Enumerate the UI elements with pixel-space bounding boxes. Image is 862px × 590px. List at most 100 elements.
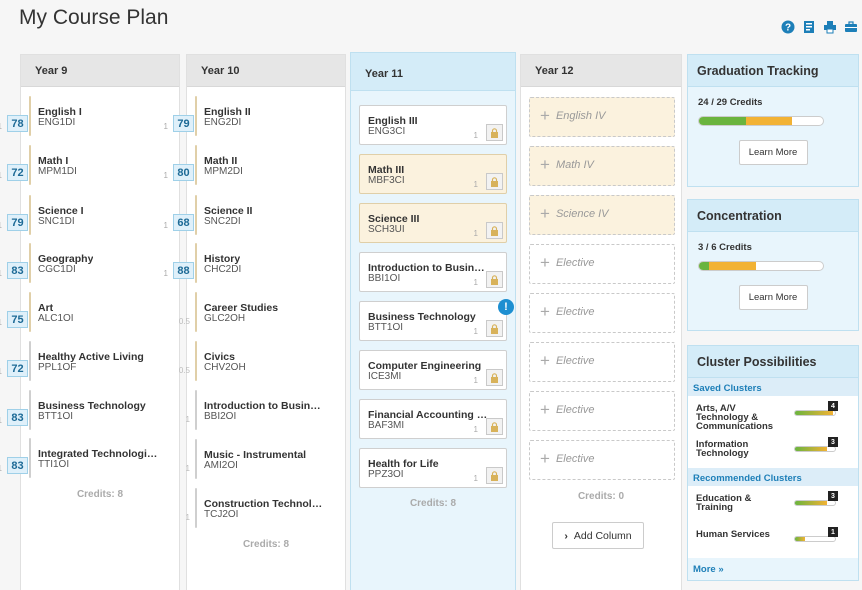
course-code: SNC1DI (38, 216, 75, 227)
course-card[interactable]: Science ISNC1DI179 (0, 195, 84, 235)
add-course-slot[interactable]: + Elective (529, 440, 675, 480)
cluster-row[interactable]: Information Technology 3 (688, 432, 858, 468)
credits-total: Credits: 8 (242, 539, 290, 550)
progress-complete (699, 117, 746, 125)
lock-icon (486, 124, 503, 141)
briefcase-icon[interactable] (844, 20, 858, 34)
course-card[interactable]: Math IMPM1DI172 (0, 145, 77, 185)
course-card[interactable]: English II ENG2DI 1 79 (164, 96, 251, 136)
course-card[interactable]: Financial Accounting F... BAF3MI 1 (359, 399, 507, 439)
course-card[interactable]: English IENG1DI178 (0, 96, 82, 136)
course-code: GLC2OH (204, 313, 246, 324)
grade-badge: 83 (7, 457, 28, 474)
lock-icon (486, 369, 503, 386)
course-card[interactable]: Construction Technology TCJ2OI 1 (186, 488, 324, 528)
add-course-slot[interactable]: + Elective (529, 342, 675, 382)
course-credit: 1 (473, 474, 478, 483)
course-credit: 1 (473, 131, 478, 140)
course-card[interactable]: Music - Instrumental AMI2OI 1 (186, 439, 306, 479)
cluster-name: Arts, A/V Technology & Communications (696, 403, 774, 432)
add-column-label: Add Column (573, 529, 632, 542)
grade-badge: 83 (7, 262, 28, 279)
course-card[interactable]: History CHC2DI 1 88 (164, 243, 241, 283)
plus-icon: + (540, 302, 550, 321)
add-column-button[interactable]: › Add Column (552, 522, 644, 549)
course-code: CGC1DI (38, 264, 76, 275)
course-credit: 1 (163, 221, 168, 230)
print-icon[interactable] (823, 20, 837, 34)
course-credit: 1 (163, 171, 168, 180)
course-credit: 1 (163, 269, 168, 278)
alert-icon[interactable]: ! (498, 299, 514, 315)
course-card[interactable]: Introduction to Busine... BBI2OI 1 (186, 390, 324, 430)
course-card[interactable]: ArtALC1OI175 (0, 292, 74, 332)
learn-more-button[interactable]: Learn More (738, 285, 808, 310)
course-credit: 1 (0, 464, 2, 473)
plus-icon: + (540, 204, 550, 223)
grade-badge: 79 (7, 214, 28, 231)
course-card[interactable]: Career Studies GLC2OH 0.5 (179, 292, 278, 332)
course-card[interactable]: Civics CHV2OH 0.5 (179, 341, 246, 381)
year-column-9: Year 9 English IENG1DI178 Math IMPM1DI17… (0, 54, 180, 590)
add-course-slot[interactable]: + Elective (529, 244, 675, 284)
grade-badge: 80 (173, 164, 194, 181)
lock-icon (486, 173, 503, 190)
course-card[interactable]: Business TechnologyBTT1OI183 (0, 390, 146, 430)
course-credit: 1 (473, 278, 478, 287)
course-card[interactable]: Math III MBF3CI 1 (359, 154, 507, 194)
grade-badge: 75 (7, 311, 28, 328)
lock-icon (486, 271, 503, 288)
course-card[interactable]: Healthy Active LivingPPL1OF172 (0, 341, 144, 381)
more-clusters-link[interactable]: More » (688, 558, 858, 580)
course-code: ENG3CI (368, 126, 406, 137)
course-code: BTT1OI (368, 322, 404, 333)
concentration-progress-bar (698, 261, 824, 271)
course-credit: 1 (0, 367, 2, 376)
grade-badge: 88 (173, 262, 194, 279)
course-code: ENG2DI (204, 117, 242, 128)
course-card[interactable]: Business Technology BTT1OI 1 (359, 301, 507, 341)
course-credit: 1 (0, 318, 2, 327)
progress-planned (708, 262, 756, 270)
report-icon[interactable] (802, 20, 816, 34)
cluster-row[interactable]: Human Services 1 (688, 522, 858, 558)
slot-label: Math IV (555, 159, 594, 171)
course-credit: 1 (0, 416, 2, 425)
course-card[interactable]: English III ENG3CI 1 (359, 105, 507, 145)
year-column-12: Year 12 + English IV + Math IV + Science IV… (520, 54, 682, 590)
cluster-row[interactable]: Arts, A/V Technology & Communications 4 (688, 396, 858, 432)
add-course-slot[interactable]: + Elective (529, 293, 675, 333)
credits-count: 24 / 29 Credits (698, 97, 763, 108)
course-card[interactable]: Science III SCH3UI 1 (359, 203, 507, 243)
course-credit: 1 (0, 171, 2, 180)
course-code: CHV2OH (204, 362, 246, 373)
lock-icon (486, 467, 503, 484)
course-card[interactable]: Computer Engineering ICE3MI 1 (359, 350, 507, 390)
cluster-bar-fill (795, 537, 805, 541)
course-card[interactable]: Math II MPM2DI 1 80 (164, 145, 243, 185)
cluster-count: 4 (828, 401, 838, 411)
course-credit: 1 (0, 221, 2, 230)
course-card[interactable]: Integrated TechnologiesTTI1OI183 (0, 438, 158, 478)
plus-icon: + (540, 253, 550, 272)
panel-title: Cluster Possibilities (688, 346, 858, 378)
help-icon[interactable]: ? (781, 20, 795, 34)
year-column-11: Year 11 English III ENG3CI 1 Math III MBF3C… (350, 52, 516, 590)
course-card[interactable]: Health for Life PPZ3OI 1 (359, 448, 507, 488)
add-course-slot[interactable]: + Science IV (529, 195, 675, 235)
cluster-row[interactable]: Education & Training 3 (688, 486, 858, 522)
add-course-slot[interactable]: + Elective (529, 391, 675, 431)
add-course-slot[interactable]: + English IV (529, 97, 675, 137)
concentration-panel: Concentration 3 / 6 Credits Learn More (687, 199, 859, 331)
add-course-slot[interactable]: + Math IV (529, 146, 675, 186)
course-credit: 0.5 (178, 366, 190, 375)
cluster-name: Human Services (696, 529, 770, 540)
slot-label: Elective (555, 453, 595, 465)
grade-badge: 79 (173, 115, 194, 132)
course-card[interactable]: Introduction to Business BBI1OI 1 (359, 252, 507, 292)
course-code: SCH3UI (368, 224, 405, 235)
course-card[interactable]: Science II SNC2DI 1 68 (164, 195, 252, 235)
course-code: MBF3CI (368, 175, 405, 186)
learn-more-button[interactable]: Learn More (738, 140, 808, 165)
course-card[interactable]: GeographyCGC1DI183 (0, 243, 93, 283)
